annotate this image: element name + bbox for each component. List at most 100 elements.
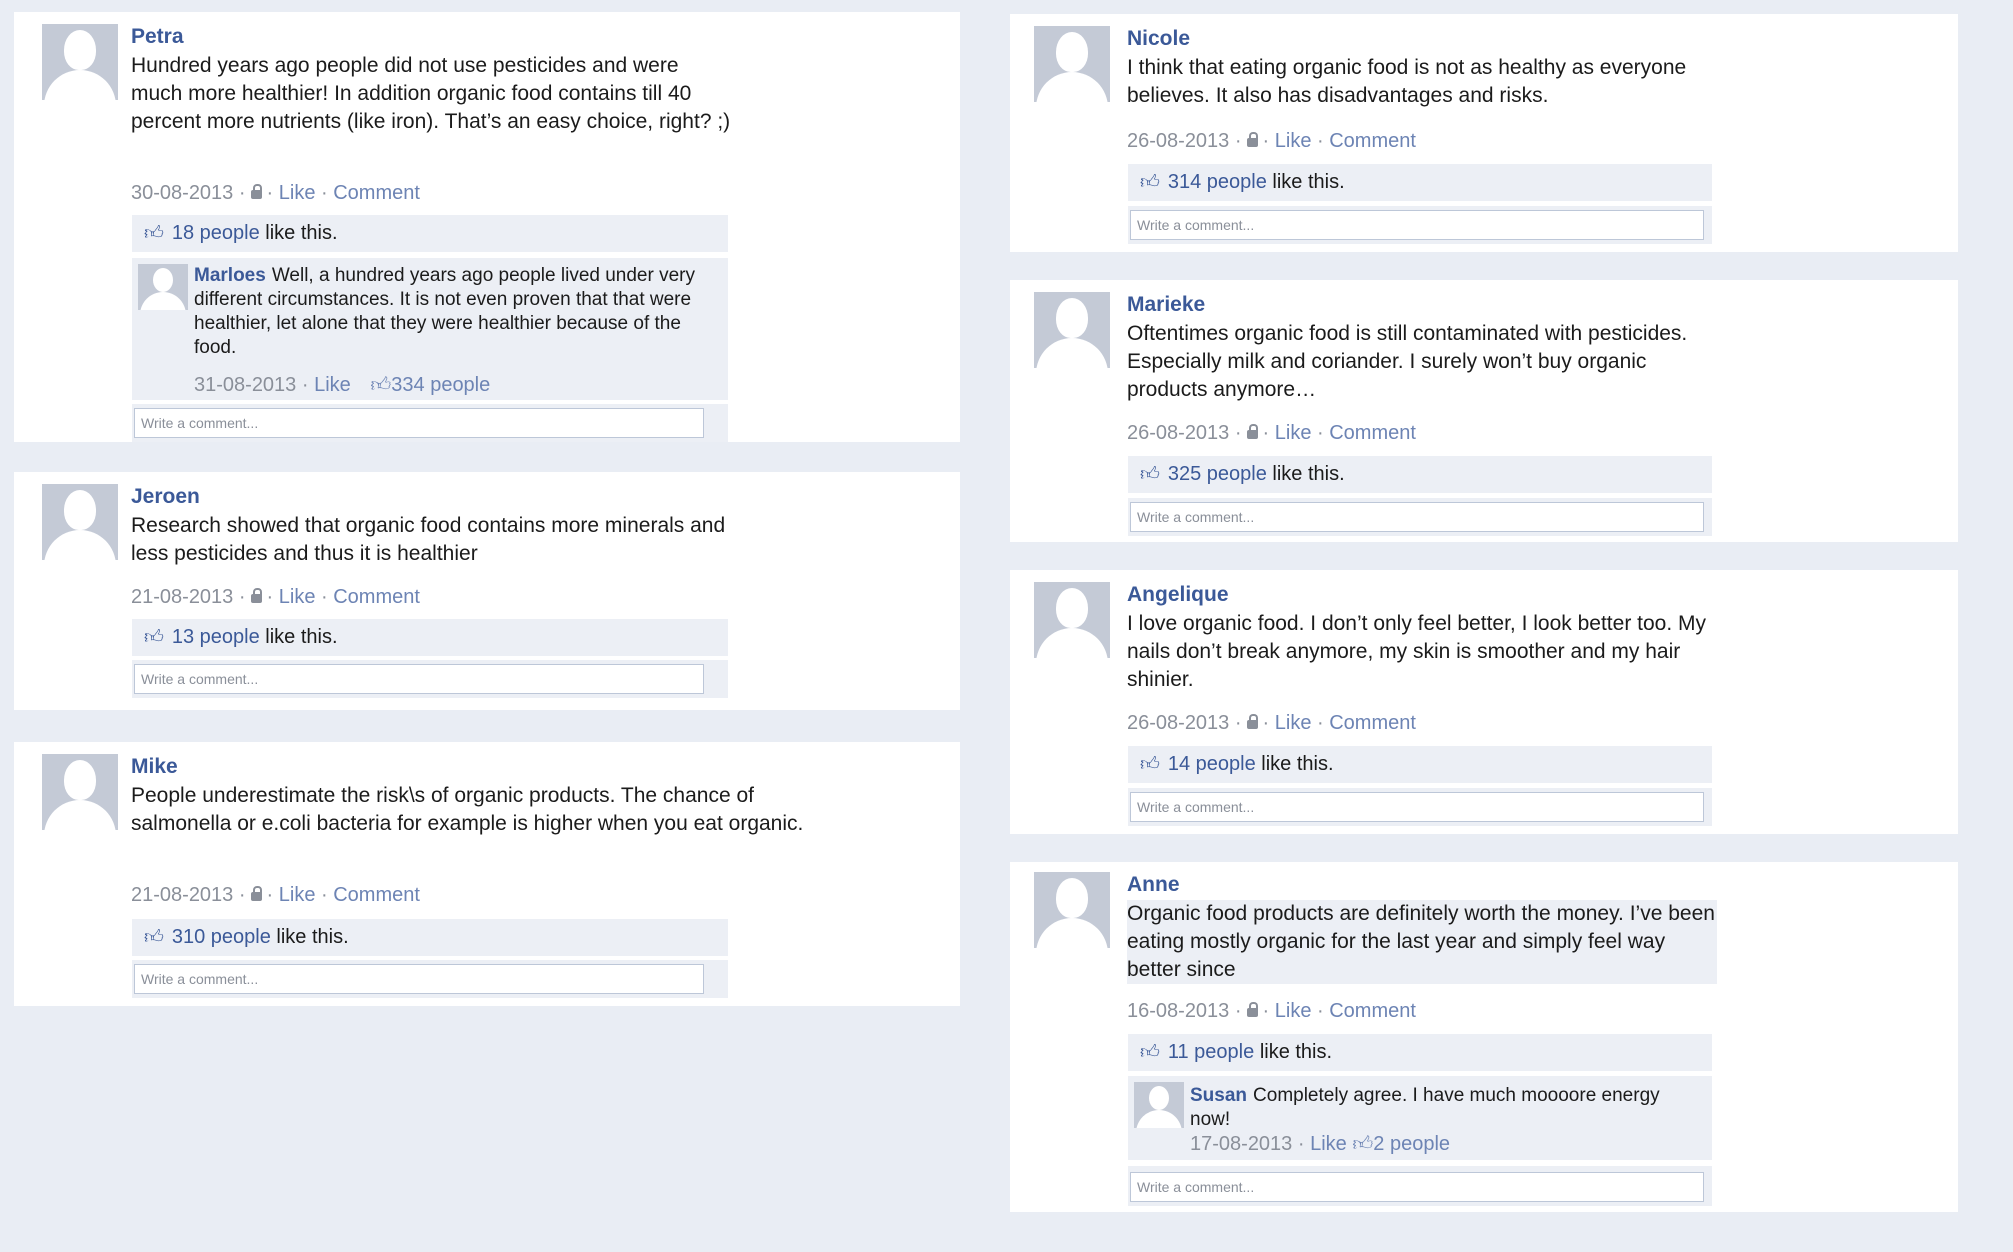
like-link[interactable]: Like (1275, 130, 1312, 152)
reply-text-block: Susan Completely agree. I have much moooo… (1190, 1084, 1700, 1132)
comment-link[interactable]: Comment (1329, 1000, 1416, 1022)
post-date: 26-08-2013 (1127, 130, 1230, 152)
likes-count[interactable]: 18 people (172, 222, 260, 244)
likes-suffix: like this. (1272, 171, 1345, 193)
comment-link[interactable]: Comment (1329, 712, 1416, 734)
thumbs-up-icon: 👍︎ (1140, 172, 1160, 193)
comment-area: Write a comment... (1128, 206, 1712, 244)
reply-text: Well, a hundred years ago people lived u… (194, 265, 695, 358)
post-angelique: Angelique I love organic food. I don’t o… (1010, 570, 1958, 834)
reply-date: 17-08-2013 (1190, 1133, 1293, 1155)
comment-link[interactable]: Comment (333, 586, 420, 608)
likes-count[interactable]: 314 people (1168, 171, 1267, 193)
post-date: 21-08-2013 (131, 884, 234, 906)
comment-input[interactable]: Write a comment... (1130, 502, 1704, 532)
comment-input[interactable]: Write a comment... (1130, 210, 1704, 240)
likes-suffix: like this. (265, 626, 338, 648)
like-link[interactable]: Like (279, 182, 316, 204)
comment-link[interactable]: Comment (1329, 422, 1416, 444)
like-link[interactable]: Like (1275, 1000, 1312, 1022)
reply-meta: 31-08-2013 · Like 👍︎334 people (194, 374, 491, 396)
likes-bar: 👍︎ 18 people like this. (132, 215, 728, 252)
comment-area: Write a comment... (1128, 1166, 1712, 1206)
post-text: I think that eating organic food is not … (1127, 56, 1687, 107)
likes-count[interactable]: 325 people (1168, 463, 1267, 485)
likes-bar: 👍︎ 314 people like this. (1128, 164, 1712, 201)
reply-like-link[interactable]: Like (314, 374, 351, 396)
author-name[interactable]: Mike (131, 754, 178, 780)
like-link[interactable]: Like (279, 586, 316, 608)
post-date: 26-08-2013 (1127, 422, 1230, 444)
comment-link[interactable]: Comment (333, 182, 420, 204)
post-text: Organic food products are definitely wor… (1127, 900, 1717, 984)
reply-like-link[interactable]: Like (1310, 1133, 1347, 1155)
post-meta: 21-08-2013 · · Like · Comment (131, 884, 420, 906)
avatar[interactable] (1034, 26, 1110, 102)
likes-count[interactable]: 14 people (1168, 753, 1256, 775)
thumbs-up-icon: 👍︎ (1140, 754, 1160, 775)
like-link[interactable]: Like (1275, 422, 1312, 444)
reply-marloes: Marloes Well, a hundred years ago people … (132, 258, 728, 400)
comment-link[interactable]: Comment (1329, 130, 1416, 152)
thumbs-up-icon: 👍︎ (1352, 1133, 1374, 1155)
comment-input[interactable]: Write a comment... (1130, 1172, 1704, 1202)
avatar[interactable] (138, 264, 188, 310)
post-text: Hundred years ago people did not use pes… (131, 54, 731, 133)
post-anne: Anne Organic food products are definitel… (1010, 862, 1958, 1212)
post-marieke: Marieke Oftentimes organic food is still… (1010, 280, 1958, 542)
lock-icon (1246, 424, 1258, 439)
author-name[interactable]: Nicole (1127, 26, 1190, 52)
reply-author[interactable]: Susan (1190, 1085, 1247, 1106)
like-link[interactable]: Like (279, 884, 316, 906)
reply-likes-count[interactable]: 334 people (391, 374, 490, 396)
post-text: Research showed that organic food contai… (131, 514, 726, 565)
comment-input[interactable]: Write a comment... (1130, 792, 1704, 822)
post-mike: Mike People underestimate the risk\s of … (14, 742, 960, 1006)
thumbs-up-icon: 👍︎ (1140, 464, 1160, 485)
lock-icon (250, 184, 262, 199)
likes-bar: 👍︎ 11 people like this. (1128, 1034, 1712, 1071)
comment-input[interactable]: Write a comment... (134, 408, 704, 438)
comment-input[interactable]: Write a comment... (134, 664, 704, 694)
comment-area: Write a comment... (132, 404, 728, 442)
comment-link[interactable]: Comment (333, 884, 420, 906)
thumbs-up-icon: 👍︎ (370, 374, 392, 396)
likes-count[interactable]: 310 people (172, 926, 271, 948)
reply-text-block: Marloes Well, a hundred years ago people … (194, 264, 720, 360)
lock-icon (250, 588, 262, 603)
likes-count[interactable]: 11 people (1168, 1041, 1254, 1063)
reply-susan: Susan Completely agree. I have much moooo… (1128, 1076, 1712, 1160)
reply-author[interactable]: Marloes (194, 265, 266, 286)
author-name[interactable]: Petra (131, 24, 184, 50)
avatar[interactable] (42, 24, 118, 100)
lock-icon (1246, 1002, 1258, 1017)
likes-suffix: like this. (265, 222, 338, 244)
avatar[interactable] (1034, 872, 1110, 948)
post-date: 26-08-2013 (1127, 712, 1230, 734)
post-meta: 26-08-2013 · · Like · Comment (1127, 712, 1416, 734)
likes-count[interactable]: 13 people (172, 626, 260, 648)
avatar[interactable] (42, 484, 118, 560)
likes-suffix: like this. (1259, 1041, 1333, 1063)
author-name[interactable]: Anne (1127, 872, 1180, 898)
likes-suffix: like this. (276, 926, 349, 948)
avatar[interactable] (1034, 292, 1110, 368)
reply-date: 31-08-2013 (194, 374, 297, 396)
like-link[interactable]: Like (1275, 712, 1312, 734)
avatar[interactable] (1134, 1082, 1184, 1128)
post-date: 16-08-2013 (1127, 1000, 1230, 1022)
post-text: Oftentimes organic food is still contami… (1127, 322, 1688, 401)
avatar[interactable] (42, 754, 118, 830)
post-meta: 21-08-2013 · · Like · Comment (131, 586, 420, 608)
reply-likes-count[interactable]: 2 people (1373, 1133, 1450, 1155)
avatar[interactable] (1034, 582, 1110, 658)
post-jeroen: Jeroen Research showed that organic food… (14, 472, 960, 710)
likes-bar: 👍︎ 13 people like this. (132, 619, 728, 656)
likes-suffix: like this. (1272, 463, 1345, 485)
post-date: 30-08-2013 (131, 182, 234, 204)
comment-input[interactable]: Write a comment... (134, 964, 704, 994)
author-name[interactable]: Jeroen (131, 484, 200, 510)
author-name[interactable]: Angelique (1127, 582, 1229, 608)
thumbs-up-icon: 👍︎ (144, 627, 164, 648)
author-name[interactable]: Marieke (1127, 292, 1205, 318)
